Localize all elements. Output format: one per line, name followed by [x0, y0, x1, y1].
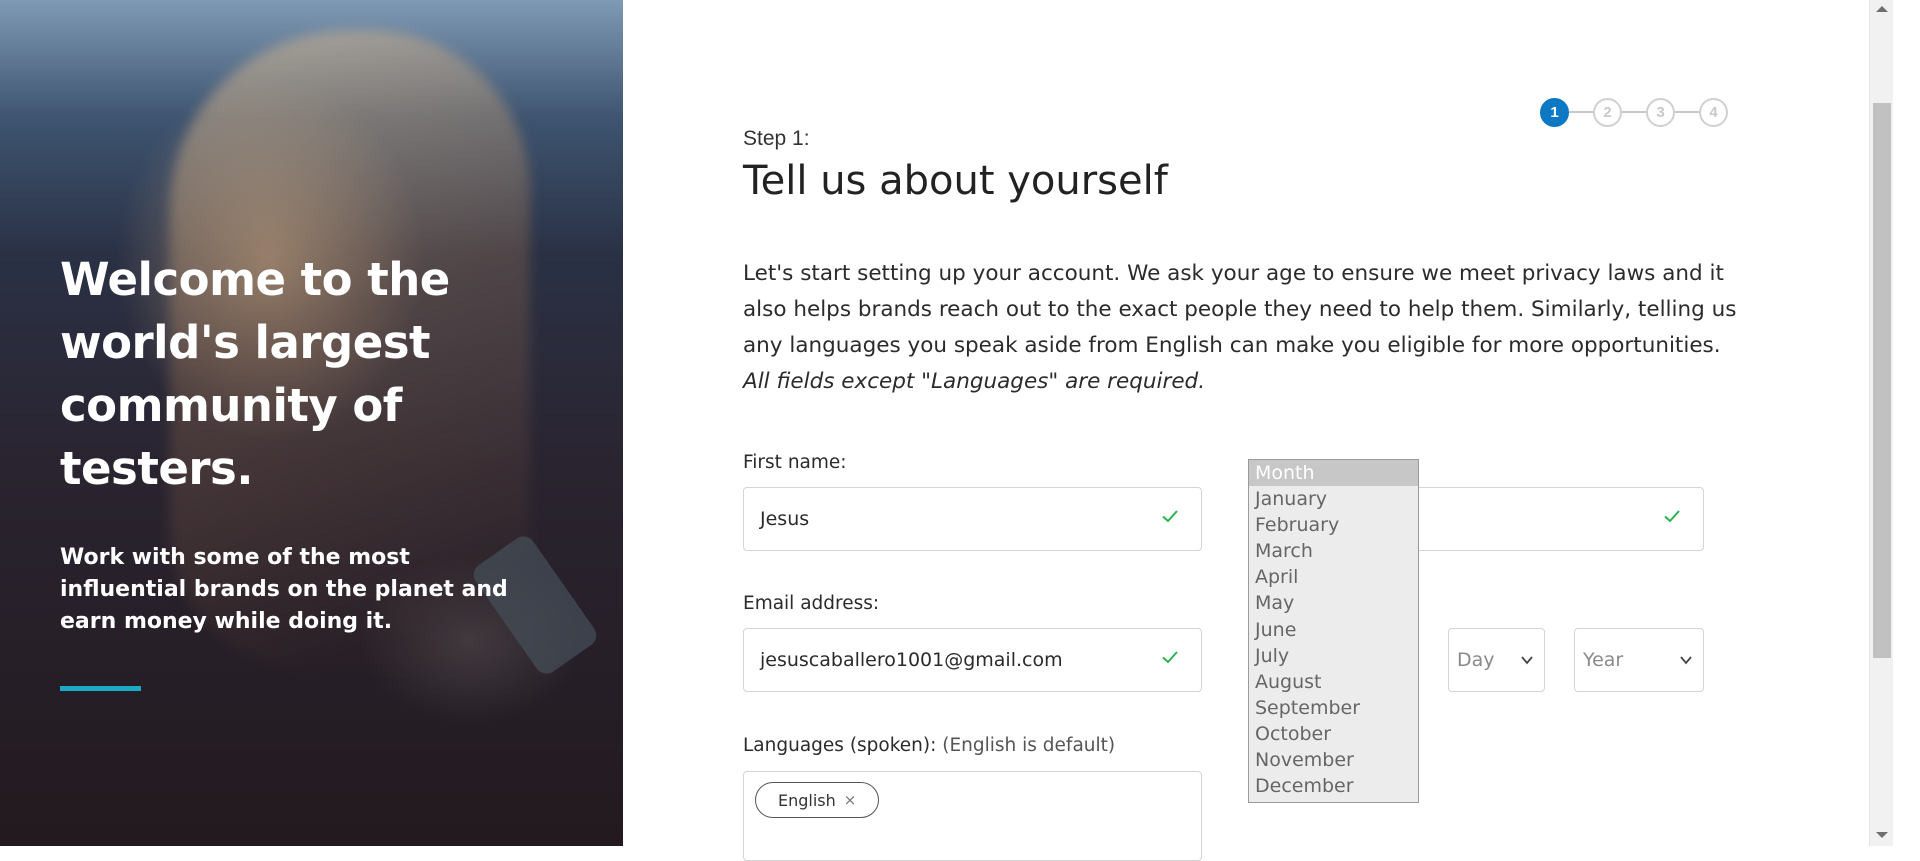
step-4: 4 [1699, 97, 1728, 127]
birth-month-dropdown[interactable]: Month January February March April May J… [1248, 459, 1419, 803]
close-icon[interactable]: × [844, 791, 857, 809]
first-name-value: Jesus [760, 508, 810, 530]
progress-stepper: 1 2 3 4 [1540, 97, 1728, 127]
scroll-up-icon[interactable] [1876, 6, 1888, 12]
hero-accent-bar [60, 686, 141, 691]
chevron-down-icon [1680, 656, 1692, 665]
check-icon [1664, 510, 1680, 523]
page-scrollbar[interactable] [1869, 0, 1893, 846]
intro-body: Let's start setting up your account. We … [743, 261, 1737, 358]
step-1: 1 [1540, 97, 1569, 127]
hero-panel: Welcome to the world's largest community… [0, 0, 623, 846]
month-option[interactable]: December [1249, 773, 1418, 799]
month-option[interactable]: February [1249, 512, 1418, 538]
languages-hint: (English is default) [942, 735, 1116, 756]
step-3: 3 [1646, 97, 1675, 127]
month-option[interactable]: October [1249, 721, 1418, 747]
email-input[interactable]: jesuscaballero1001@gmail.com [743, 628, 1202, 692]
hero-heading: Welcome to the world's largest community… [60, 253, 450, 495]
language-tag-label: English [778, 790, 836, 810]
step-label: Step 1: [743, 127, 810, 150]
month-option[interactable]: July [1249, 643, 1418, 669]
check-icon [1162, 651, 1178, 664]
birth-year-value: Year [1583, 649, 1624, 671]
email-value: jesuscaballero1001@gmail.com [760, 649, 1063, 671]
birth-day-select[interactable]: Day [1448, 628, 1545, 692]
month-option[interactable]: November [1249, 747, 1418, 773]
month-option[interactable]: August [1249, 669, 1418, 695]
step-connector [1569, 111, 1593, 113]
check-icon [1162, 510, 1178, 523]
hero-subheading: Work with some of the most influential b… [60, 545, 508, 634]
intro-text: Let's start setting up your account. We … [743, 256, 1743, 400]
month-option[interactable]: January [1249, 486, 1418, 512]
first-name-label: First name: [743, 452, 847, 473]
scroll-down-icon[interactable] [1876, 832, 1888, 838]
chevron-down-icon [1521, 656, 1533, 665]
email-label: Email address: [743, 593, 880, 614]
page-title: Tell us about yourself [743, 158, 1168, 204]
month-option[interactable]: September [1249, 695, 1418, 721]
first-name-input[interactable]: Jesus [743, 487, 1202, 551]
month-option[interactable]: Month [1249, 460, 1418, 487]
languages-label-text: Languages (spoken): [743, 735, 937, 756]
language-tag-english: English × [755, 782, 880, 818]
month-option[interactable]: April [1249, 564, 1418, 590]
birth-day-value: Day [1457, 649, 1495, 671]
month-option[interactable]: June [1249, 617, 1418, 643]
intro-required-note: All fields except "Languages" are requir… [743, 369, 1206, 394]
birth-year-select[interactable]: Year [1574, 628, 1704, 692]
month-option[interactable]: May [1249, 590, 1418, 616]
languages-label: Languages (spoken): (English is default) [743, 735, 1115, 756]
scrollbar-thumb[interactable] [1873, 103, 1891, 658]
step-connector [1675, 111, 1699, 113]
month-option[interactable]: March [1249, 538, 1418, 564]
step-2: 2 [1593, 97, 1622, 127]
step-connector [1622, 111, 1646, 113]
